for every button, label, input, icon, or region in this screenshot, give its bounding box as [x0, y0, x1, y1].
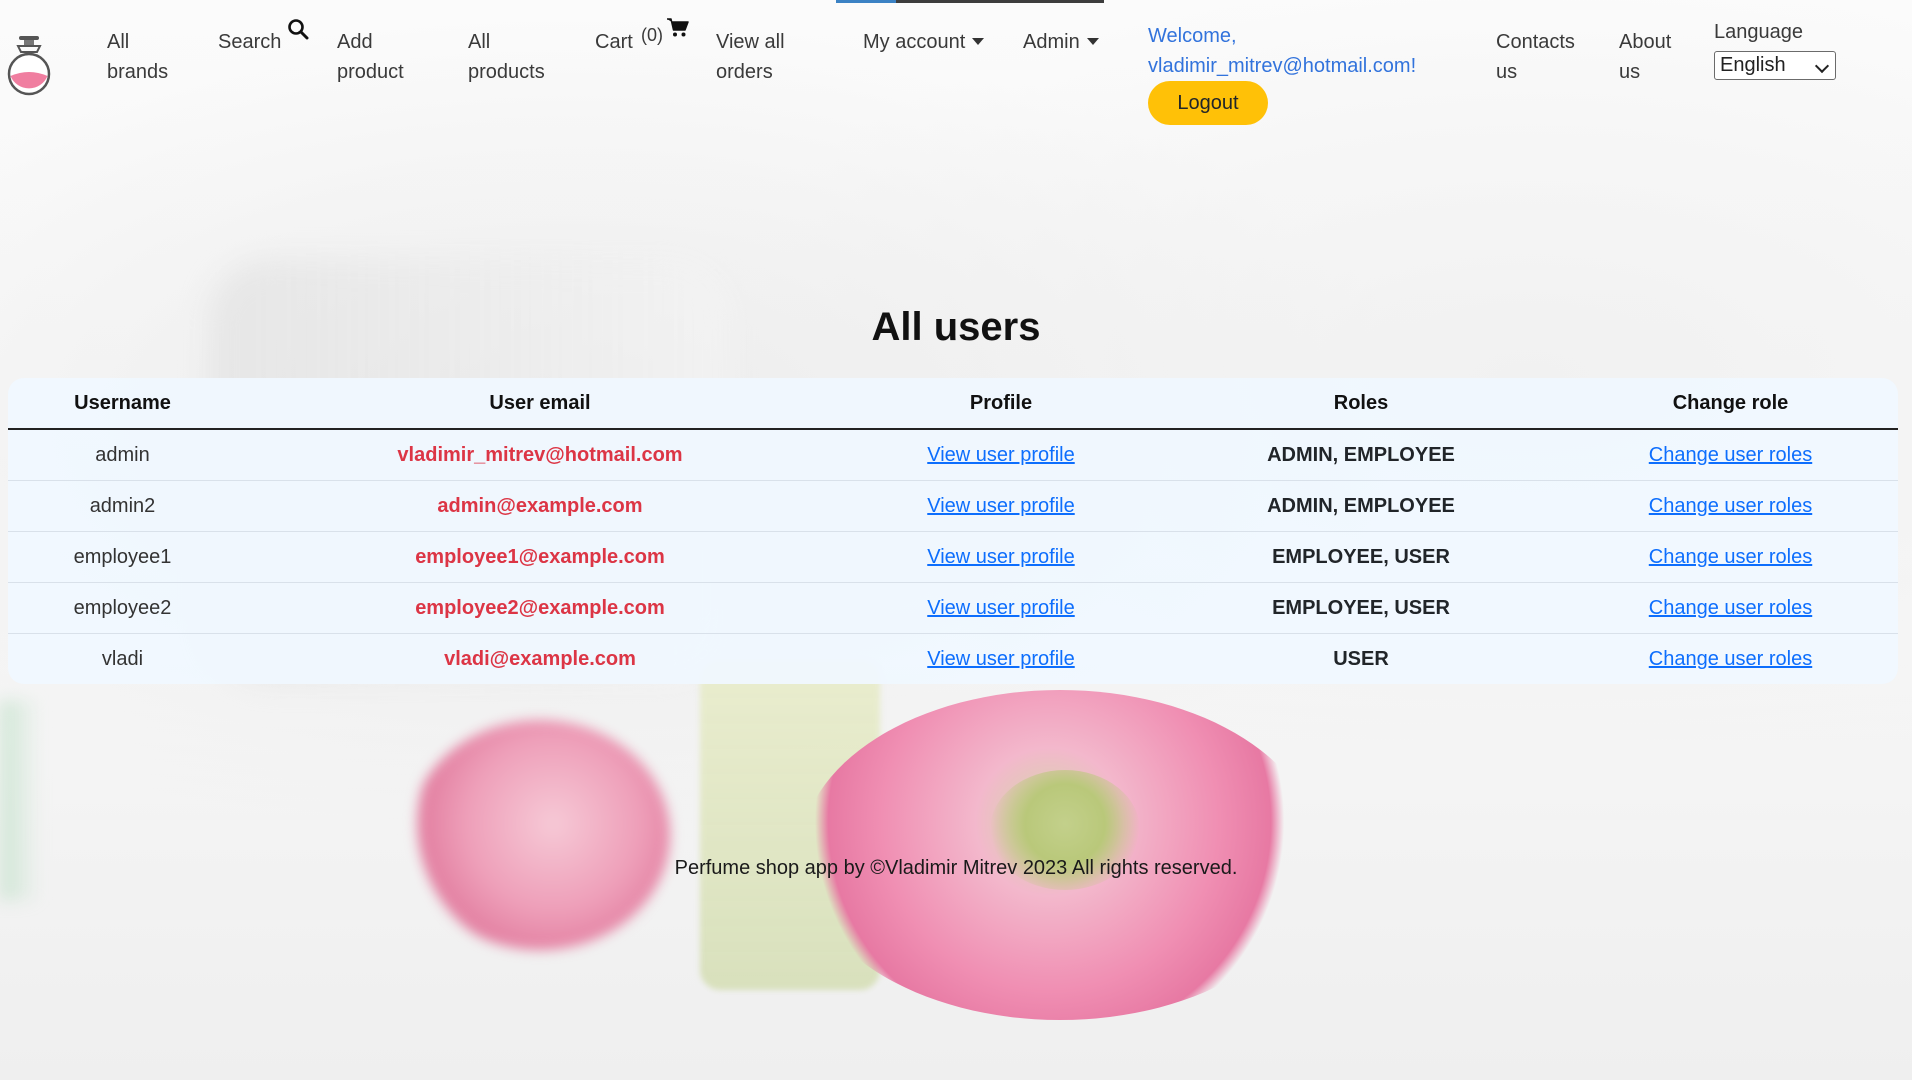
column-header-profile: Profile [843, 378, 1159, 430]
users-table-container: Username User email Profile Roles Change… [8, 378, 1898, 684]
email-cell: vladimir_mitrev@hotmail.com [237, 429, 843, 481]
change-role-cell: Change user roles [1563, 480, 1898, 532]
language-select[interactable]: English [1714, 51, 1836, 80]
view-user-profile-link[interactable]: View user profile [927, 495, 1074, 517]
nav-cart[interactable]: Cart [595, 27, 633, 57]
email-cell: vladi@example.com [444, 647, 636, 670]
nav-add-product-line1: Add [337, 31, 373, 53]
username-cell: admin2 [8, 480, 237, 532]
nav-view-all-orders-line1: View all [716, 31, 785, 53]
table-header-row: Username User email Profile Roles Change… [8, 378, 1898, 430]
cart-count-badge: (0) [641, 25, 663, 45]
nav-contacts-us[interactable]: Contacts us [1496, 27, 1575, 87]
column-header-username: Username [8, 378, 237, 430]
nav-search-label: Search [218, 31, 282, 53]
nav-contacts-us-line1: Contacts [1496, 31, 1575, 53]
profile-cell: View user profile [843, 634, 1159, 685]
table-row: employee1 employee1@example.com View use… [8, 531, 1898, 583]
change-user-roles-link[interactable]: Change user roles [1649, 648, 1812, 670]
page-title: All users [871, 305, 1041, 349]
welcome-message: Welcome, vladimir_mitrev@hotmail.com! [1148, 21, 1416, 81]
chevron-down-icon [972, 38, 985, 45]
view-user-profile-link[interactable]: View user profile [927, 648, 1074, 670]
logout-button[interactable]: Logout [1148, 81, 1268, 125]
view-user-profile-link[interactable]: View user profile [927, 546, 1074, 568]
profile-cell: View user profile [843, 480, 1159, 532]
nav-view-all-orders[interactable]: View all orders [716, 27, 785, 87]
email-cell: admin@example.com [237, 480, 843, 532]
nav-admin-label: Admin [1023, 31, 1080, 53]
view-user-profile-link[interactable]: View user profile [927, 444, 1074, 466]
nav-all-products-line1: All [468, 31, 491, 53]
nav-add-product[interactable]: Add product [337, 27, 404, 87]
nav-contacts-us-line2: us [1496, 61, 1518, 83]
nav-search[interactable]: Search [218, 27, 281, 57]
nav-cart-label: Cart [595, 31, 633, 53]
change-role-cell: Change user roles [1563, 634, 1898, 685]
nav-add-product-line2: product [337, 61, 404, 83]
change-role-cell: Change user roles [1563, 429, 1898, 481]
search-icon[interactable] [287, 18, 309, 40]
change-user-roles-link[interactable]: Change user roles [1649, 597, 1812, 619]
nav-all-products-line2: products [468, 61, 545, 83]
table-row: employee2 employee2@example.com View use… [8, 582, 1898, 634]
roles-cell: EMPLOYEE, USER [1159, 582, 1563, 634]
roles-cell: ADMIN, EMPLOYEE [1159, 429, 1563, 481]
change-user-roles-link[interactable]: Change user roles [1649, 495, 1812, 517]
username-cell: vladi [101, 647, 144, 670]
users-table: Username User email Profile Roles Change… [8, 378, 1898, 684]
change-user-roles-link[interactable]: Change user roles [1649, 546, 1812, 568]
nav-about-us-line2: us [1619, 61, 1641, 83]
cart-icon[interactable] [667, 18, 689, 38]
language-selected-value: English [1720, 54, 1786, 76]
footer-copyright: Perfume shop app by ©Vladimir Mitrev 202… [674, 857, 1238, 879]
profile-cell: View user profile [843, 429, 1159, 481]
roles-cell: ADMIN, EMPLOYEE [1159, 480, 1563, 532]
username-cell: employee1 [8, 531, 237, 583]
perfume-logo-icon[interactable] [6, 34, 52, 98]
roles-cell: EMPLOYEE, USER [1159, 531, 1563, 583]
chevron-down-icon [1814, 58, 1830, 74]
nav-my-account-dropdown[interactable]: My account [863, 27, 985, 57]
change-role-cell: Change user roles [1563, 531, 1898, 583]
username-cell: admin [8, 429, 237, 481]
column-header-roles: Roles [1159, 378, 1563, 430]
nav-all-brands[interactable]: All brands [107, 27, 168, 87]
nav-active-indicator [836, 0, 1104, 3]
welcome-email: vladimir_mitrev@hotmail.com! [1148, 55, 1417, 77]
column-header-change-role: Change role [1563, 378, 1898, 430]
email-cell: employee2@example.com [237, 582, 843, 634]
nav-about-us-line1: About [1619, 31, 1672, 53]
change-user-roles-link[interactable]: Change user roles [1649, 444, 1812, 466]
profile-cell: View user profile [843, 531, 1159, 583]
welcome-line1: Welcome, [1148, 25, 1237, 47]
nav-all-brands-line1: All [107, 31, 130, 53]
table-row: admin2 admin@example.com View user profi… [8, 480, 1898, 532]
nav-my-account-label: My account [863, 31, 966, 53]
column-header-email: User email [237, 378, 843, 430]
nav-all-products[interactable]: All products [468, 27, 545, 87]
roles-cell: USER [1333, 647, 1389, 670]
change-role-cell: Change user roles [1563, 582, 1898, 634]
nav-admin-dropdown[interactable]: Admin [1023, 27, 1099, 57]
profile-cell: View user profile [843, 582, 1159, 634]
navbar: All brands Search Add product All produc… [0, 0, 1912, 140]
table-row: vladi vladi@example.com View user profil… [8, 634, 1898, 685]
nav-view-all-orders-line2: orders [716, 61, 773, 83]
nav-about-us[interactable]: About us [1619, 27, 1671, 87]
email-cell: employee1@example.com [237, 531, 843, 583]
language-label: Language [1714, 21, 1803, 43]
view-user-profile-link[interactable]: View user profile [927, 597, 1074, 619]
nav-all-brands-line2: brands [107, 61, 169, 83]
chevron-down-icon [1086, 38, 1099, 45]
username-cell: employee2 [8, 582, 237, 634]
table-row: admin vladimir_mitrev@hotmail.com View u… [8, 429, 1898, 481]
